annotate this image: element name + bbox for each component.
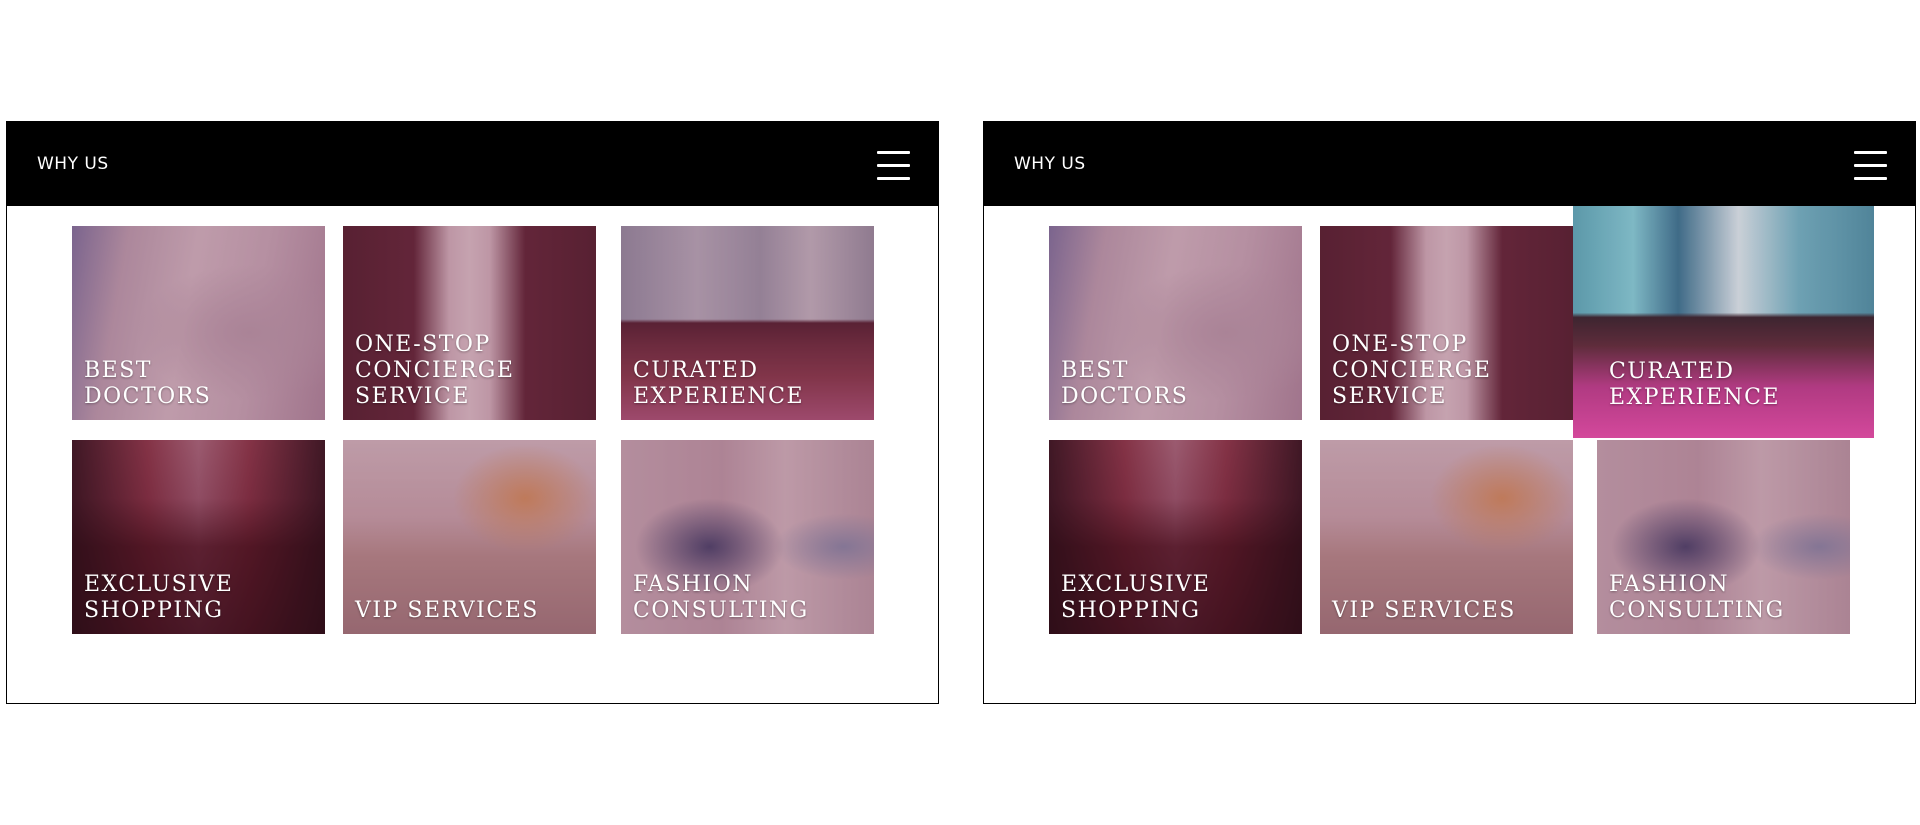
tile-curated-experience-hovered[interactable]: CURATED EXPERIENCE <box>1573 206 1874 438</box>
tile-label: VIP SERVICES <box>355 598 539 623</box>
tile-concierge-service[interactable]: ONE-STOP CONCIERGE SERVICE <box>343 226 596 420</box>
tile-concierge-service[interactable]: ONE-STOP CONCIERGE SERVICE <box>1320 226 1573 420</box>
page-title: WHY US <box>37 154 109 174</box>
tile-best-doctors[interactable]: BEST DOCTORS <box>72 226 325 420</box>
tile-fashion-consulting[interactable]: FASHION CONSULTING <box>1597 440 1850 634</box>
tile-label: ONE-STOP CONCIERGE SERVICE <box>355 332 515 409</box>
tile-exclusive-shopping[interactable]: EXCLUSIVE SHOPPING <box>72 440 325 634</box>
tile-best-doctors[interactable]: BEST DOCTORS <box>1049 226 1302 420</box>
tile-label: BEST DOCTORS <box>84 358 212 409</box>
hamburger-menu-icon[interactable] <box>1854 151 1887 180</box>
why-us-panel-hover: WHY US BEST DOCTORS ONE-STOP CONCIERGE S… <box>983 121 1916 704</box>
top-bar: WHY US <box>7 122 938 206</box>
tile-label: ONE-STOP CONCIERGE SERVICE <box>1332 332 1492 409</box>
tile-label: FASHION CONSULTING <box>1609 572 1785 623</box>
tile-label: VIP SERVICES <box>1332 598 1516 623</box>
tile-curated-experience[interactable]: CURATED EXPERIENCE <box>621 226 874 420</box>
tile-label: EXCLUSIVE SHOPPING <box>1061 572 1211 623</box>
tile-label: BEST DOCTORS <box>1061 358 1189 409</box>
tile-label: EXCLUSIVE SHOPPING <box>84 572 234 623</box>
tile-label: CURATED EXPERIENCE <box>1609 359 1781 410</box>
tile-label: FASHION CONSULTING <box>633 572 809 623</box>
page-title: WHY US <box>1014 154 1086 174</box>
tile-vip-services[interactable]: VIP SERVICES <box>343 440 596 634</box>
tile-fashion-consulting[interactable]: FASHION CONSULTING <box>621 440 874 634</box>
tile-vip-services[interactable]: VIP SERVICES <box>1320 440 1573 634</box>
tile-exclusive-shopping[interactable]: EXCLUSIVE SHOPPING <box>1049 440 1302 634</box>
hamburger-menu-icon[interactable] <box>877 151 910 180</box>
why-us-panel-default: WHY US BEST DOCTORS ONE-STOP CONCIERGE S… <box>6 121 939 704</box>
tile-label: CURATED EXPERIENCE <box>633 358 805 409</box>
top-bar: WHY US <box>984 122 1915 206</box>
